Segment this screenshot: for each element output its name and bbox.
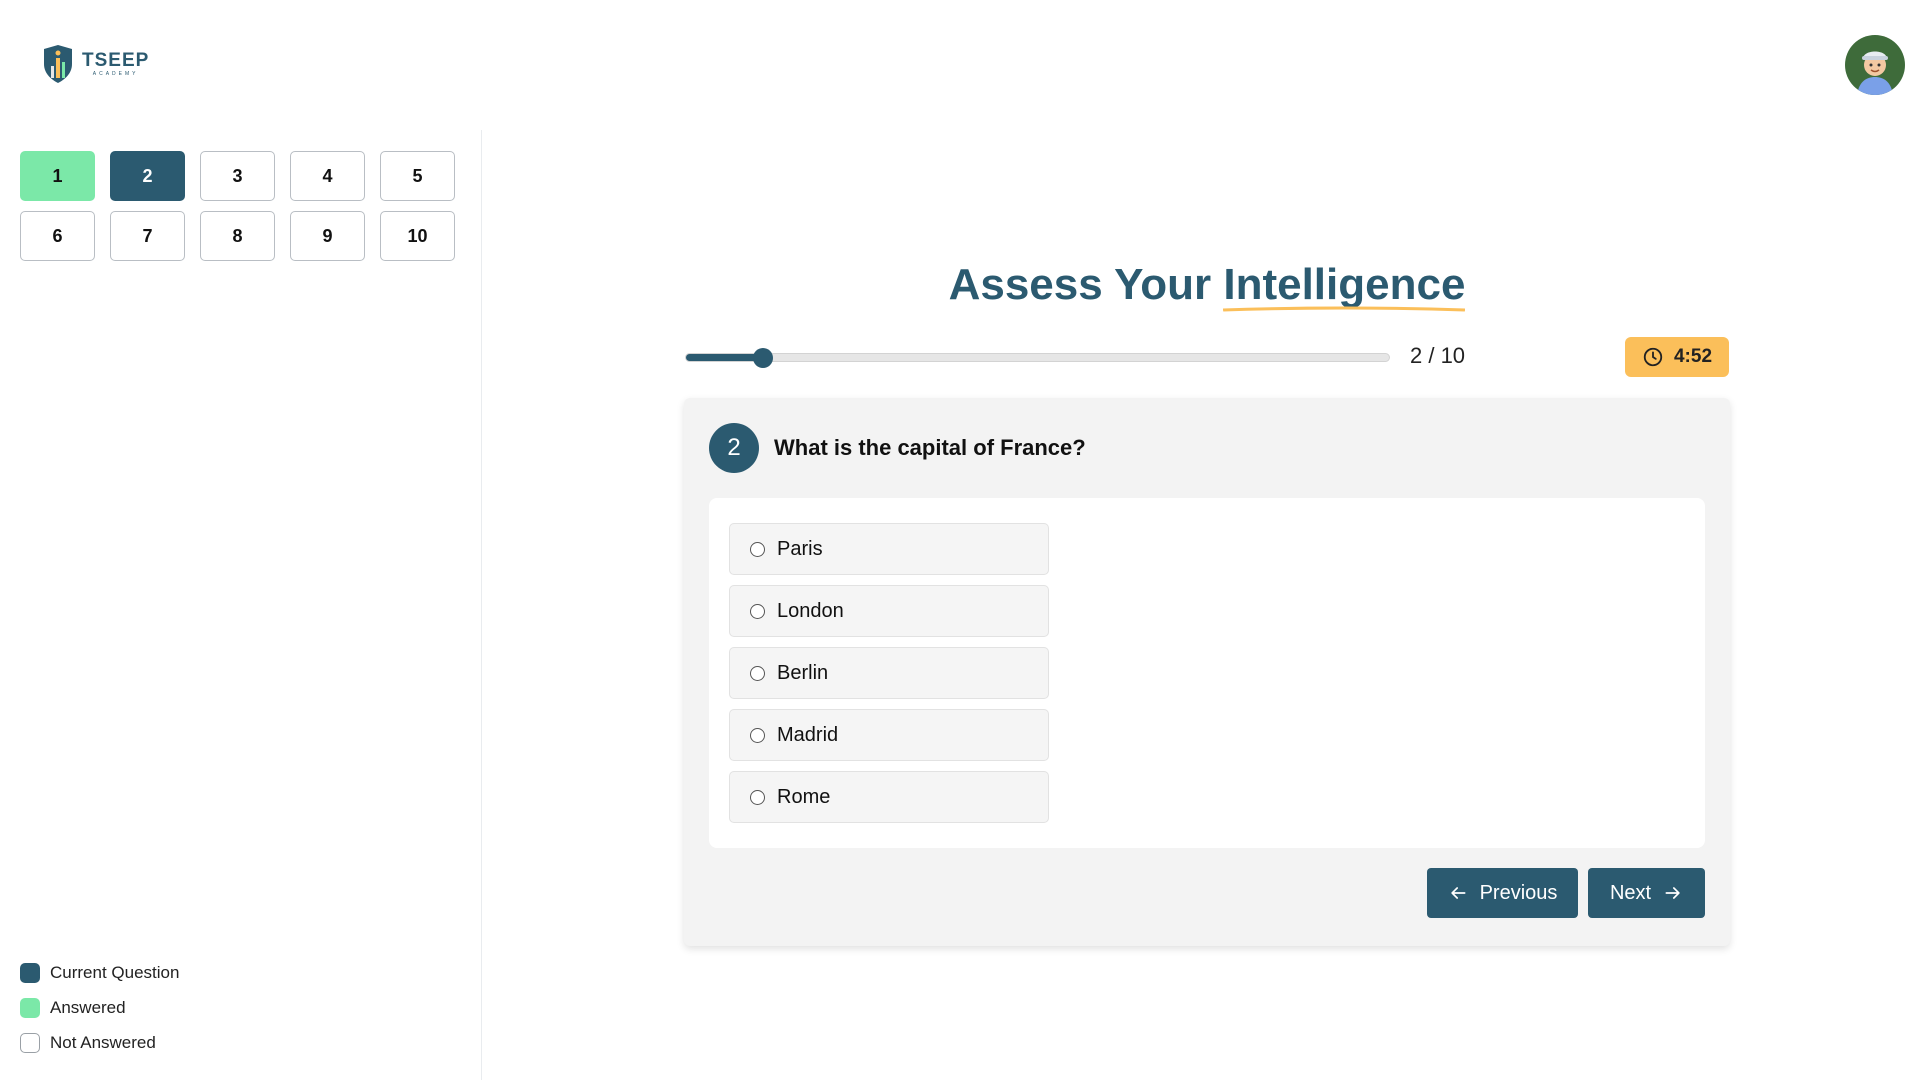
question-card: 2 What is the capital of France? Paris L… [684,398,1730,946]
legend-not-answered: Not Answered [20,1033,179,1053]
progress-fill [686,354,764,361]
question-sidebar: 1 2 3 4 5 6 7 8 9 10 Current Question An… [0,130,482,1080]
question-nav-button-3[interactable]: 3 [200,151,275,201]
next-button-label: Next [1609,881,1652,904]
page-title-highlight: Intelligence [1223,260,1466,312]
logo-tagline: ACADEMY [92,71,139,77]
countdown-timer: 4:52 [1625,337,1729,377]
question-number-badge: 2 [709,423,759,473]
radio-button[interactable] [750,665,765,681]
answer-option-label: Rome [777,785,831,808]
legend-current: Current Question [20,963,179,983]
arrow-right-icon [1665,887,1680,899]
question-grid: 1 2 3 4 5 6 7 8 9 10 [20,151,455,261]
page-title-prefix: Assess Your [948,260,1212,309]
question-nav-button-7[interactable]: 7 [110,211,185,261]
timer-value: 4:52 [1673,346,1713,367]
question-nav-button-5[interactable]: 5 [380,151,455,201]
radio-button[interactable] [750,727,765,743]
status-legend: Current Question Answered Not Answered [20,963,179,1053]
legend-current-swatch [20,963,40,983]
legend-answered: Answered [20,998,179,1018]
answer-option-berlin[interactable]: Berlin [729,647,1049,699]
legend-not-answered-swatch [20,1033,40,1053]
answer-option-label: London [777,599,844,622]
answer-option-madrid[interactable]: Madrid [729,709,1049,761]
brand-logo: TSEEP ACADEMY [42,44,149,84]
title-underline-decoration [1223,306,1466,312]
question-nav-button-6[interactable]: 6 [20,211,95,261]
logo-shield-icon [44,45,72,83]
next-button[interactable]: Next [1588,868,1705,918]
answer-option-paris[interactable]: Paris [729,523,1049,575]
question-text: What is the capital of France? [774,435,1086,460]
legend-not-answered-label: Not Answered [50,1033,156,1052]
user-avatar-icon[interactable] [1845,35,1905,95]
logo-wordmark: TSEEP [82,50,150,71]
question-nav-button-8[interactable]: 8 [200,211,275,261]
question-nav-button-10[interactable]: 10 [380,211,455,261]
answer-option-label: Paris [777,537,823,560]
radio-button[interactable] [750,603,765,619]
question-nav-button-2[interactable]: 2 [110,151,185,201]
legend-answered-swatch [20,998,40,1018]
answer-option-label: Berlin [777,661,829,684]
page-title: Assess Your Intelligence [684,260,1730,312]
question-nav-button-9[interactable]: 9 [290,211,365,261]
progress-slider[interactable] [685,348,1390,368]
answer-option-rome[interactable]: Rome [729,771,1049,823]
answer-option-label: Madrid [777,723,839,746]
answer-option-london[interactable]: London [729,585,1049,637]
progress-counter: 2 / 10 [1410,343,1466,368]
question-nav-button-4[interactable]: 4 [290,151,365,201]
radio-button[interactable] [750,541,765,557]
page-title-highlight-text: Intelligence [1223,260,1466,309]
arrow-left-icon [1450,887,1466,899]
progress-thumb[interactable] [753,348,774,368]
question-nav-button-1[interactable]: 1 [20,151,95,201]
radio-button[interactable] [750,789,765,805]
legend-current-label: Current Question [50,963,180,982]
legend-answered-label: Answered [50,998,126,1017]
previous-button[interactable]: Previous [1427,868,1578,918]
previous-button-label: Previous [1479,881,1558,904]
clock-icon [1643,347,1663,367]
answer-options: Paris London Berlin Madrid Rome [709,498,1705,848]
